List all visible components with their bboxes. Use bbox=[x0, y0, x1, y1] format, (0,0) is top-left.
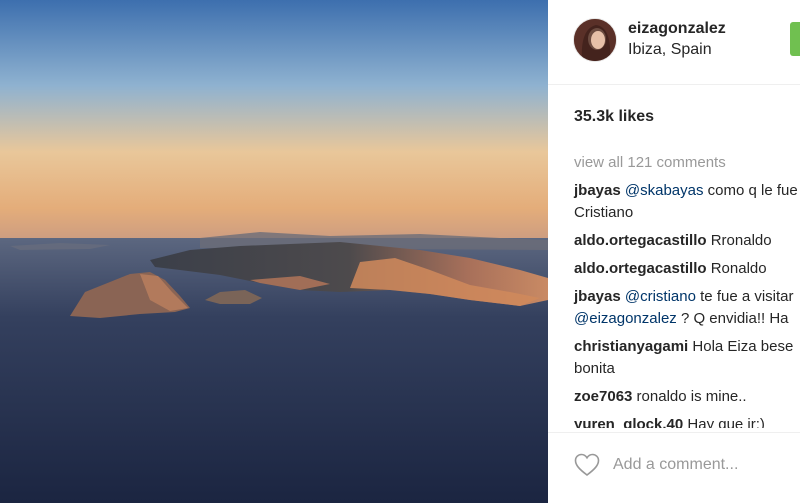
comment-text-continued: ? Q envidia!! Ha bbox=[676, 310, 789, 327]
post-header: eizagonzalez Ibiza, Spain bbox=[548, 0, 800, 85]
comment-username[interactable]: aldo.ortegacastillo bbox=[574, 260, 707, 277]
comment-text: como q le fue bbox=[703, 182, 798, 199]
comment-username[interactable]: aldo.ortegacastillo bbox=[574, 232, 707, 249]
comment-text: Hay que ir;) bbox=[687, 416, 765, 428]
ibiza-aerial-image bbox=[0, 0, 548, 503]
heart-icon[interactable] bbox=[574, 453, 600, 477]
comment-item: jbayas @skabayas como q le fue Cristiano bbox=[574, 180, 800, 224]
comment-item: aldo.ortegacastillo Ronaldo bbox=[574, 258, 800, 280]
comment-item: yuren_glock.40 Hay que ir;) bbox=[574, 414, 800, 428]
comment-item: zoe7063 ronaldo is mine.. bbox=[574, 386, 800, 408]
comment-mention[interactable]: @cristiano bbox=[625, 288, 696, 305]
profile-picture-icon bbox=[574, 19, 616, 61]
comment-item: aldo.ortegacastillo Rronaldo bbox=[574, 230, 800, 252]
post-footer: Add a comment... bbox=[548, 432, 800, 503]
comment-text-continued: bonita bbox=[574, 360, 615, 377]
post-sidebar: eizagonzalez Ibiza, Spain 35.3k likes vi… bbox=[548, 0, 800, 503]
post-location[interactable]: Ibiza, Spain bbox=[628, 41, 712, 59]
comment-text: Rronaldo bbox=[710, 232, 772, 249]
view-all-comments-link[interactable]: view all 121 comments bbox=[574, 154, 726, 171]
comment-text: Ronaldo bbox=[710, 260, 767, 277]
comment-username[interactable]: christianyagami bbox=[574, 338, 688, 355]
comment-username[interactable]: jbayas bbox=[574, 288, 621, 305]
comment-item: jbayas @cristiano te fue a visitar @eiza… bbox=[574, 286, 800, 330]
comment-text: Hola Eiza bese bbox=[692, 338, 794, 355]
comment-mention[interactable]: @skabayas bbox=[625, 182, 704, 199]
comment-username[interactable]: jbayas bbox=[574, 182, 621, 199]
add-comment-input[interactable]: Add a comment... bbox=[613, 456, 738, 474]
comment-text-continued: Cristiano bbox=[574, 204, 634, 221]
follow-button[interactable] bbox=[790, 22, 800, 56]
post-photo[interactable] bbox=[0, 0, 548, 503]
avatar[interactable] bbox=[573, 18, 617, 62]
post-username[interactable]: eizagonzalez bbox=[628, 20, 726, 38]
comment-mention[interactable]: @eizagonzalez bbox=[574, 310, 677, 327]
comment-username[interactable]: zoe7063 bbox=[574, 388, 632, 405]
likes-count[interactable]: 35.3k likes bbox=[574, 108, 654, 126]
comment-text: te fue a visitar bbox=[695, 288, 794, 305]
comment-text: ronaldo is mine.. bbox=[636, 388, 747, 405]
comment-item: christianyagami Hola Eiza bese bonita bbox=[574, 336, 800, 380]
comment-username[interactable]: yuren_glock.40 bbox=[574, 416, 683, 428]
comments-list: jbayas @skabayas como q le fue Cristiano… bbox=[548, 180, 800, 428]
